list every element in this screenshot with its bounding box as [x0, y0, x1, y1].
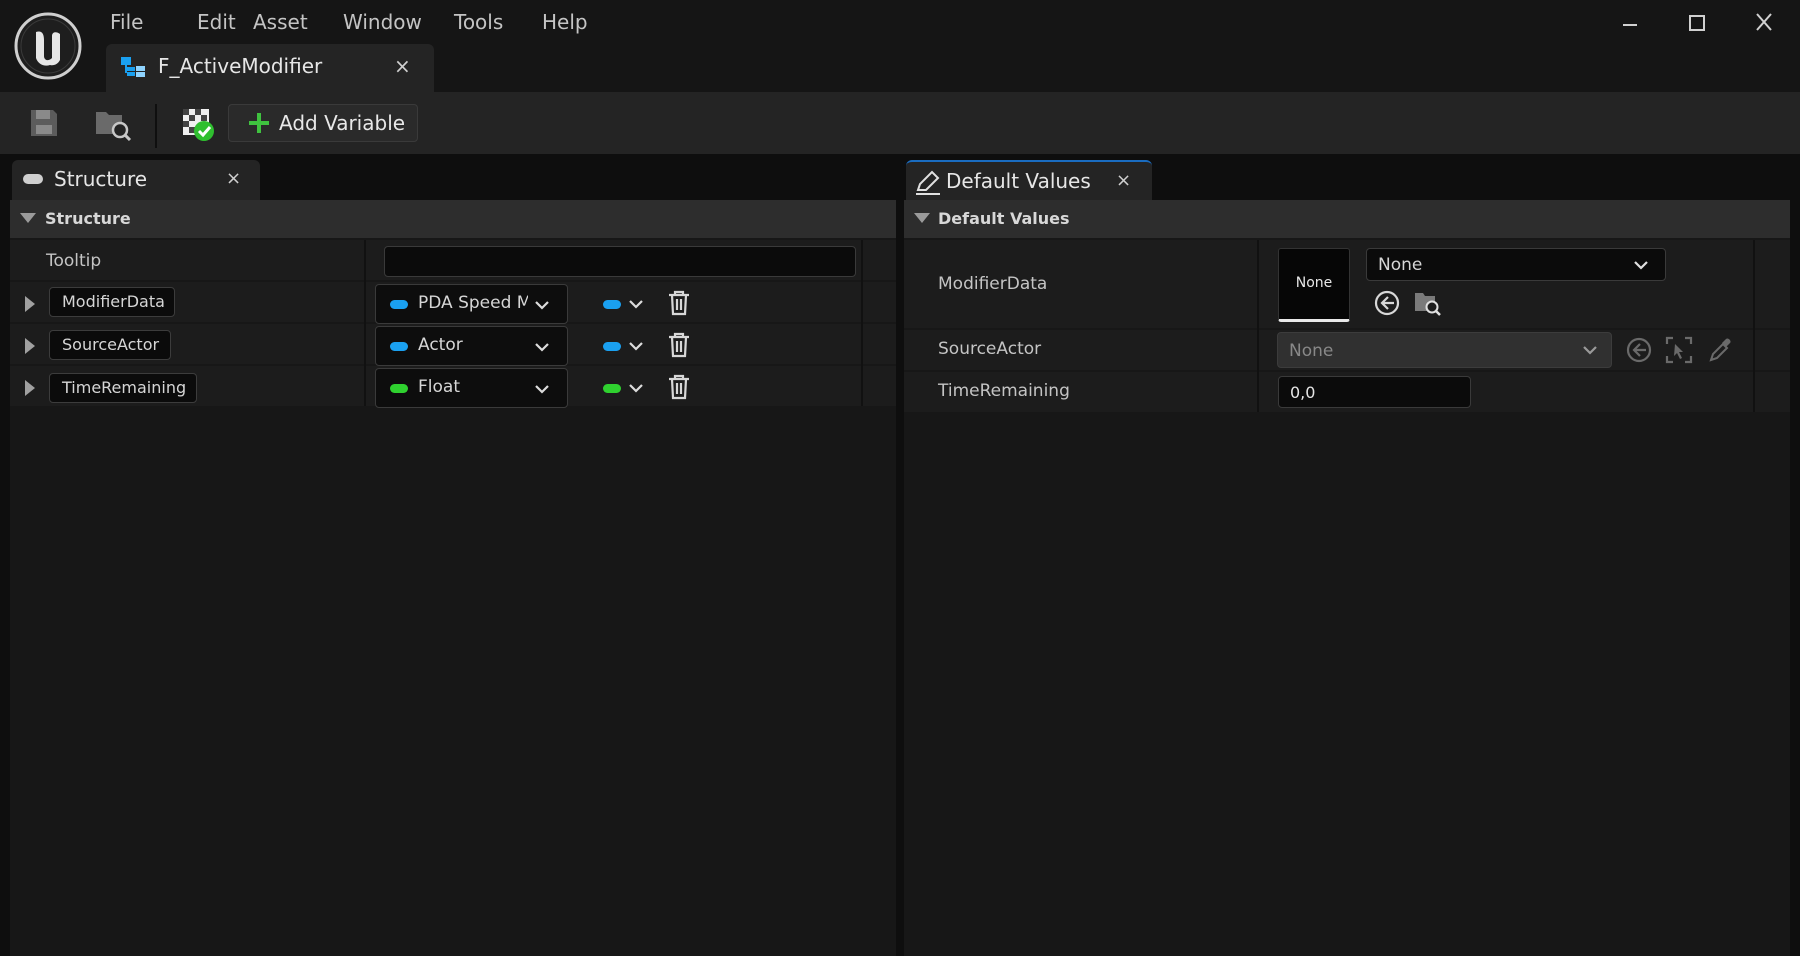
container-type-icon[interactable] [603, 342, 621, 351]
chevron-down-icon[interactable] [628, 296, 644, 312]
unreal-logo-icon[interactable] [14, 12, 82, 80]
default-values-section-label: Default Values [938, 209, 1070, 228]
structure-tab-icon [22, 172, 44, 186]
tooltip-label: Tooltip [46, 251, 102, 271]
eyedropper-icon[interactable] [1707, 336, 1733, 364]
menu-help[interactable]: Help [542, 10, 588, 34]
asset-thumbnail-text: None [1295, 275, 1333, 291]
time-remaining-label: TimeRemaining [938, 381, 1070, 401]
edit-pencil-icon [914, 168, 942, 196]
member-type-label: Float [418, 377, 460, 397]
chevron-down-icon [534, 339, 550, 355]
member-name-field[interactable]: TimeRemaining [49, 373, 197, 403]
container-type-icon[interactable] [603, 384, 621, 393]
expand-arrow-icon[interactable] [25, 380, 35, 396]
structure-tab[interactable]: Structure × [12, 160, 260, 200]
add-variable-label: Add Variable [279, 111, 406, 135]
delete-member-icon[interactable] [667, 332, 691, 358]
default-values-tab-close-icon[interactable]: × [1116, 170, 1131, 191]
collapse-arrow-icon [914, 213, 930, 223]
menu-file[interactable]: File [110, 10, 143, 34]
chevron-down-icon [534, 381, 550, 397]
type-pin-icon [390, 300, 408, 309]
expand-arrow-icon[interactable] [25, 296, 35, 312]
close-window-icon[interactable] [1744, 10, 1784, 36]
delete-member-icon[interactable] [667, 374, 691, 400]
member-name-field[interactable]: ModifierData [49, 287, 175, 317]
chevron-down-icon [1633, 257, 1649, 273]
modifier-data-label: ModifierData [938, 274, 1048, 294]
member-type-label: Actor [418, 335, 463, 355]
collapse-arrow-icon [20, 213, 36, 223]
expand-arrow-icon[interactable] [25, 338, 35, 354]
column-divider [1753, 240, 1755, 412]
chevron-down-icon[interactable] [628, 380, 644, 396]
browse-to-actor-icon[interactable] [1665, 336, 1693, 364]
document-tab-label: F_ActiveModifier [158, 54, 323, 78]
document-tab-close-icon[interactable]: × [394, 54, 411, 78]
default-values-tab[interactable]: Default Values × [906, 160, 1152, 200]
type-pin-icon [390, 384, 408, 393]
chevron-down-icon [1582, 342, 1598, 358]
modifier-data-asset-dropdown[interactable]: None [1366, 248, 1666, 281]
toolbar-separator [155, 104, 157, 148]
document-tab[interactable]: F_ActiveModifier × [106, 44, 434, 92]
member-name-field[interactable]: SourceActor [49, 330, 171, 360]
column-divider [1257, 240, 1259, 412]
chevron-down-icon [534, 297, 550, 313]
use-selected-asset-icon[interactable] [1374, 290, 1400, 316]
use-selected-actor-icon[interactable] [1626, 337, 1652, 363]
member-type-dropdown[interactable]: Float [375, 368, 568, 408]
tooltip-input[interactable] [384, 246, 856, 277]
menu-window[interactable]: Window [343, 10, 422, 34]
save-icon[interactable] [28, 107, 60, 139]
modifier-data-dropdown-value: None [1378, 255, 1423, 275]
menu-asset[interactable]: Asset [253, 10, 308, 34]
time-remaining-input[interactable]: 0,0 [1278, 376, 1471, 408]
container-type-icon[interactable] [603, 300, 621, 309]
delete-member-icon[interactable] [667, 290, 691, 316]
asset-thumbnail[interactable]: None [1278, 248, 1350, 322]
plus-icon [247, 111, 271, 135]
chevron-down-icon[interactable] [628, 338, 644, 354]
menu-tools[interactable]: Tools [454, 10, 503, 34]
column-divider [861, 240, 863, 406]
maximize-icon[interactable] [1677, 10, 1717, 36]
structure-section-label: Structure [45, 209, 131, 228]
structure-tab-close-icon[interactable]: × [226, 168, 241, 189]
time-remaining-value: 0,0 [1290, 383, 1316, 402]
compile-status-icon[interactable] [180, 106, 216, 142]
structure-tab-label: Structure [54, 167, 148, 191]
add-variable-button[interactable]: Add Variable [228, 104, 418, 142]
browse-asset-icon[interactable] [1413, 289, 1441, 317]
structure-section-header[interactable]: Structure [10, 200, 896, 238]
member-type-label: PDA Speed Modifier [418, 293, 528, 313]
minimize-icon[interactable] [1610, 10, 1650, 36]
default-values-tab-label: Default Values [946, 169, 1091, 193]
type-pin-icon [390, 342, 408, 351]
default-values-section-header[interactable]: Default Values [904, 200, 1790, 238]
column-divider [364, 240, 366, 406]
member-type-dropdown[interactable]: Actor [375, 326, 568, 366]
source-actor-dropdown[interactable]: None [1277, 332, 1612, 368]
menu-edit[interactable]: Edit [197, 10, 236, 34]
source-actor-dropdown-value: None [1289, 341, 1334, 361]
member-type-dropdown[interactable]: PDA Speed Modifier [375, 284, 568, 324]
source-actor-label: SourceActor [938, 339, 1042, 359]
struct-asset-icon [120, 56, 146, 78]
browse-asset-icon[interactable] [94, 106, 132, 142]
